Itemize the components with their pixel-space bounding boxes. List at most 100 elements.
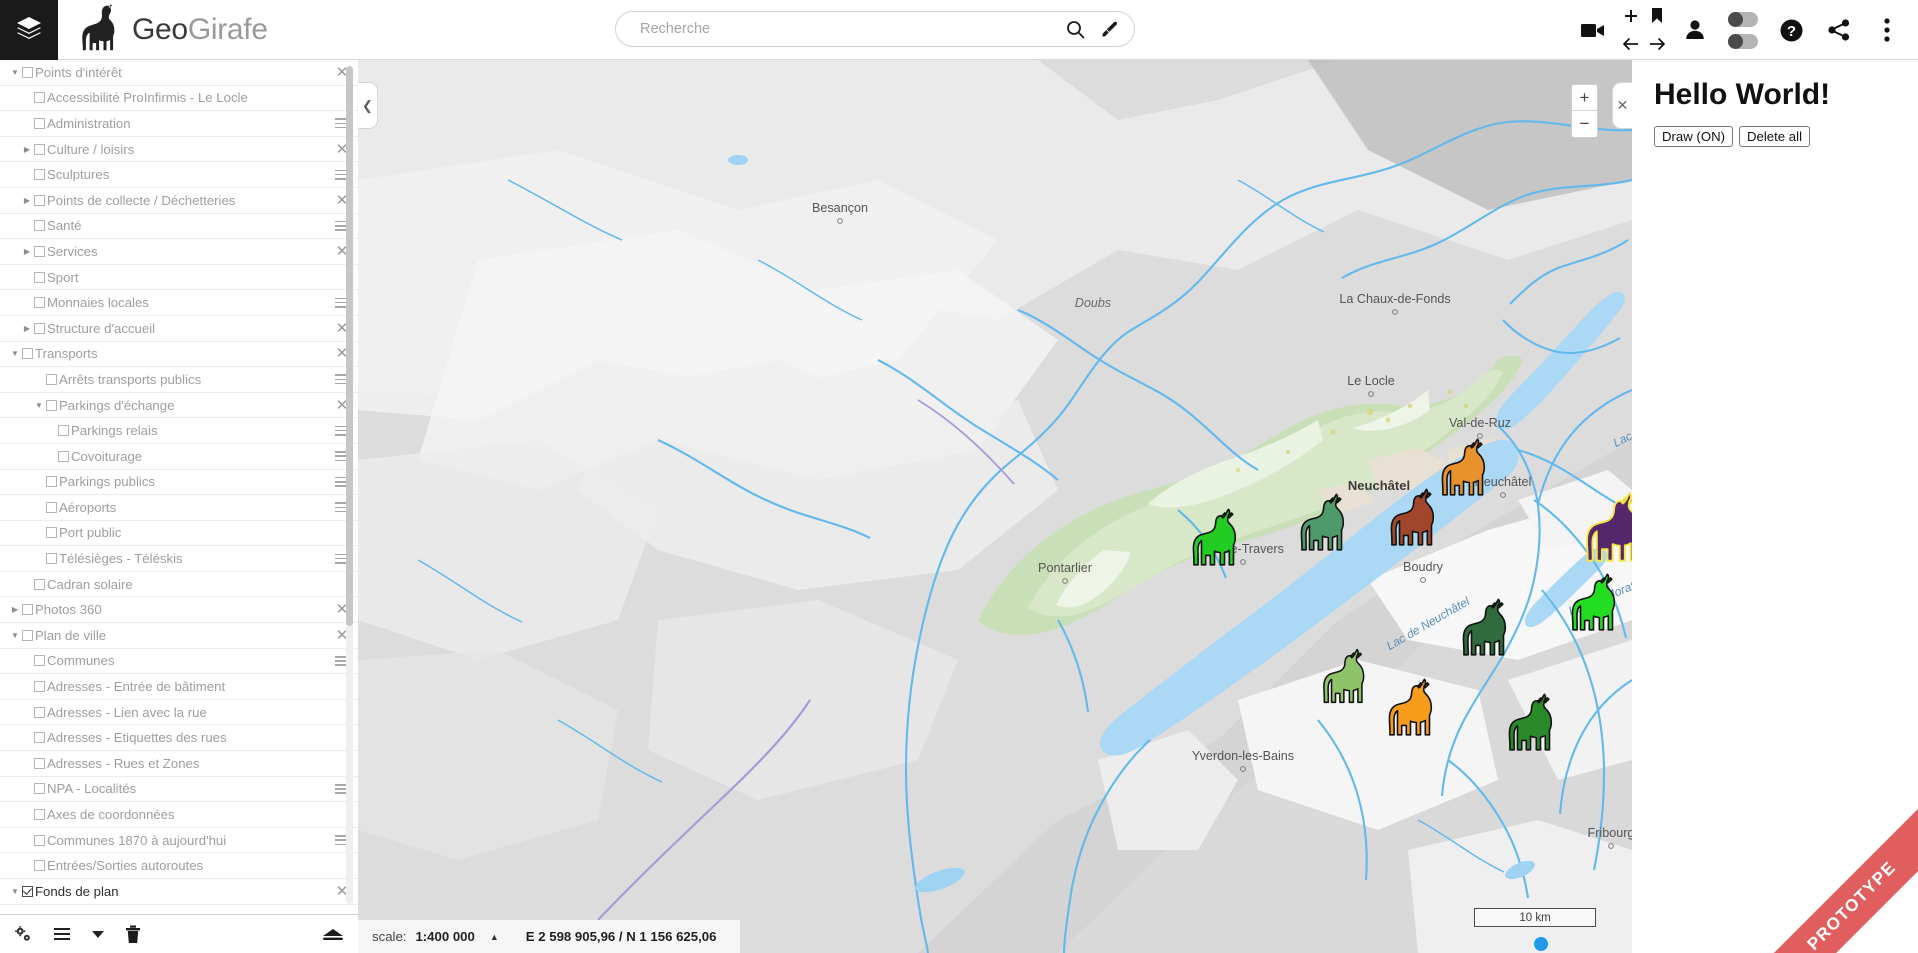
toggle-switch-two[interactable]: [1728, 33, 1758, 49]
layer-row[interactable]: Sport: [0, 265, 358, 291]
layer-checkbox[interactable]: [22, 885, 33, 897]
layer-row[interactable]: Arrêts transports publics: [0, 367, 358, 393]
layer-row[interactable]: NPA - Localités: [0, 777, 358, 803]
right-panel-close-handle[interactable]: ✕: [1612, 82, 1632, 129]
layer-row[interactable]: Adresses - Etiquettes des rues: [0, 725, 358, 752]
sidebar-collapse-handle[interactable]: ❮: [358, 82, 378, 129]
layer-checkbox[interactable]: [46, 399, 57, 411]
layer-row[interactable]: Parkings publics: [0, 470, 358, 496]
layer-checkbox[interactable]: [34, 681, 45, 693]
layer-checkbox[interactable]: [34, 194, 45, 206]
layer-row[interactable]: ▼ Transports ✕: [0, 342, 358, 368]
layer-row[interactable]: Monnaies locales: [0, 290, 358, 316]
layer-checkbox[interactable]: [34, 809, 45, 821]
layer-row[interactable]: ▼ Parkings d'échange ✕: [0, 393, 358, 419]
expand-collapse-right-icon[interactable]: ▶: [8, 605, 22, 614]
layer-row[interactable]: Axes de coordonnées: [0, 802, 358, 828]
expand-collapse-right-icon[interactable]: ▶: [20, 324, 34, 333]
expand-collapse-down-icon[interactable]: ▼: [8, 68, 22, 77]
search-bar[interactable]: [615, 11, 1135, 47]
zoom-out-button[interactable]: −: [1572, 111, 1597, 137]
layer-checkbox[interactable]: [34, 578, 45, 590]
layer-checkbox[interactable]: [34, 117, 45, 129]
search-icon[interactable]: [1058, 14, 1092, 44]
layer-checkbox[interactable]: [34, 860, 45, 872]
layer-row[interactable]: Covoiturage: [0, 444, 358, 470]
layer-checkbox[interactable]: [34, 143, 45, 155]
layer-checkbox[interactable]: [34, 757, 45, 769]
list-menu-icon[interactable]: [53, 927, 71, 941]
layer-checkbox[interactable]: [58, 425, 69, 437]
layer-row[interactable]: Adresses - Entrée de bâtiment: [0, 674, 358, 700]
more-options-icon[interactable]: [1864, 2, 1910, 58]
layer-checkbox[interactable]: [34, 655, 45, 667]
layer-row[interactable]: ▼ Fonds de plan ✕: [0, 879, 358, 905]
layer-checkbox[interactable]: [22, 604, 33, 616]
layer-tree[interactable]: ▼ Points d'intérêt ✕ Accessibilité ProInfir…: [0, 60, 358, 914]
layer-checkbox[interactable]: [34, 169, 45, 181]
nav-forward-icon[interactable]: [1644, 30, 1670, 58]
layer-checkbox[interactable]: [34, 322, 45, 334]
bookmark-icon[interactable]: [1644, 2, 1670, 30]
layer-row[interactable]: Cadran solaire: [0, 572, 358, 598]
layer-row[interactable]: Administration: [0, 111, 358, 137]
layer-row[interactable]: Communes 1870 à aujourd'hui: [0, 828, 358, 854]
brand-logo[interactable]: GeoGirafe: [70, 0, 268, 60]
add-bookmark-icon[interactable]: [1618, 2, 1644, 30]
layer-checkbox[interactable]: [34, 271, 45, 283]
layer-row[interactable]: ▶ Services ✕: [0, 239, 358, 265]
draw-toggle-button[interactable]: Draw (ON): [1654, 126, 1734, 147]
layer-row[interactable]: ▶ Points de collecte / Déchetteries ✕: [0, 188, 358, 214]
layer-row[interactable]: Télésièges - Téléskis: [0, 546, 358, 572]
zoom-in-button[interactable]: +: [1572, 85, 1597, 111]
layers-menu-button[interactable]: [0, 0, 58, 60]
delete-all-button[interactable]: Delete all: [1739, 126, 1810, 147]
layer-row[interactable]: ▶ Culture / loisirs ✕: [0, 137, 358, 163]
layer-row[interactable]: Adresses - Rues et Zones: [0, 751, 358, 777]
layer-row[interactable]: Port public: [0, 521, 358, 547]
layer-checkbox[interactable]: [46, 501, 57, 513]
map-canvas[interactable]: Jura (CH)DelemontBesançonDoubsBienneLa C…: [358, 60, 1632, 953]
layer-checkbox[interactable]: [22, 66, 33, 78]
layer-checkbox[interactable]: [22, 348, 33, 360]
user-account-icon[interactable]: [1672, 2, 1718, 58]
layer-checkbox[interactable]: [34, 220, 45, 232]
share-icon[interactable]: [1816, 2, 1862, 58]
toggle-switch-one[interactable]: [1728, 11, 1758, 27]
expand-collapse-down-icon[interactable]: ▼: [8, 631, 22, 640]
layer-row[interactable]: ▼ Plan de ville ✕: [0, 623, 358, 649]
layer-checkbox[interactable]: [34, 834, 45, 846]
expand-collapse-right-icon[interactable]: ▶: [20, 196, 34, 205]
expand-collapse-down-icon[interactable]: ▼: [8, 887, 22, 896]
layer-row[interactable]: Santé: [0, 214, 358, 240]
layer-row[interactable]: Accessibilité ProInfirmis - Le Locle: [0, 86, 358, 112]
layer-row[interactable]: Entrées/Sorties autoroutes: [0, 853, 358, 879]
layer-checkbox[interactable]: [34, 783, 45, 795]
basemap-stack-icon[interactable]: [322, 928, 344, 941]
settings-gear-icon[interactable]: [14, 925, 33, 944]
layer-row[interactable]: ▶ Photos 360 ✕: [0, 597, 358, 624]
expand-collapse-down-icon[interactable]: ▼: [32, 401, 46, 410]
nav-back-icon[interactable]: [1618, 30, 1644, 58]
video-camera-icon[interactable]: [1570, 2, 1616, 58]
layer-row[interactable]: ▶ Structure d'accueil ✕: [0, 316, 358, 342]
expand-collapse-right-icon[interactable]: ▶: [20, 145, 34, 154]
layer-row[interactable]: Aéroports: [0, 495, 358, 521]
layer-checkbox[interactable]: [34, 297, 45, 309]
expand-collapse-right-icon[interactable]: ▶: [20, 247, 34, 256]
sidebar-scrollbar[interactable]: [346, 66, 353, 904]
layer-checkbox[interactable]: [58, 450, 69, 462]
layer-checkbox[interactable]: [46, 553, 57, 565]
layer-checkbox[interactable]: [34, 706, 45, 718]
layer-checkbox[interactable]: [46, 527, 57, 539]
search-input[interactable]: [638, 20, 1058, 38]
brush-icon[interactable]: [1092, 14, 1126, 44]
chevron-down-icon[interactable]: [91, 929, 105, 939]
layer-checkbox[interactable]: [22, 629, 33, 641]
help-icon[interactable]: ?: [1768, 2, 1814, 58]
sidebar-scroll-thumb[interactable]: [346, 66, 353, 626]
layer-checkbox[interactable]: [46, 476, 57, 488]
layer-row[interactable]: Sculptures: [0, 162, 358, 188]
expand-collapse-down-icon[interactable]: ▼: [8, 349, 22, 358]
layer-checkbox[interactable]: [34, 732, 45, 744]
